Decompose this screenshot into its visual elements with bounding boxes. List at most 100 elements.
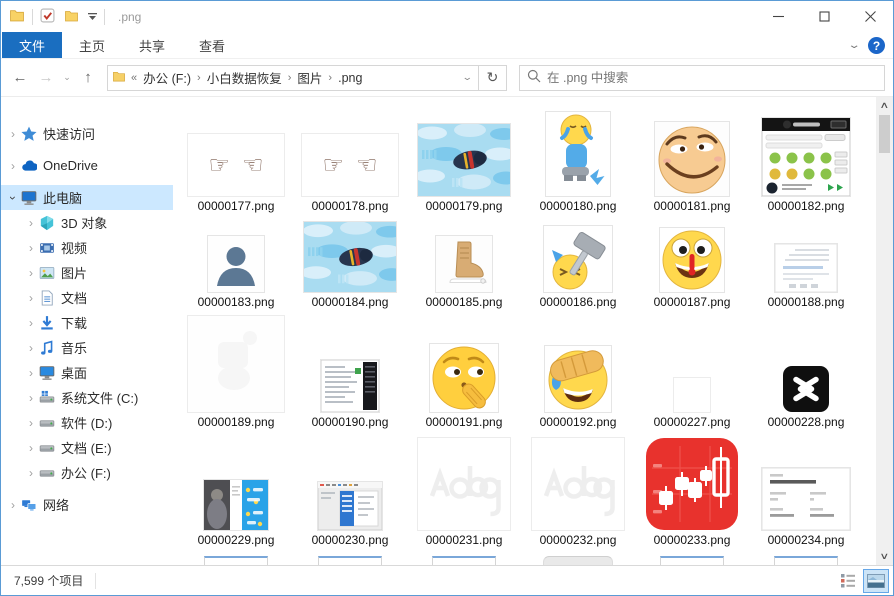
customize-toolbar-arrow-icon[interactable] (88, 12, 97, 21)
file-thumbnail-apk-tool-screenshot (762, 118, 850, 196)
file-item[interactable]: 00000179.png (407, 111, 521, 215)
sidebar-item-9[interactable]: ›桌面 (1, 360, 173, 385)
chevron-right-icon[interactable]: › (25, 216, 37, 230)
close-button[interactable] (847, 1, 893, 32)
breadcrumb-segment[interactable]: 小白数据恢复 (207, 68, 282, 87)
sidebar-item-10[interactable]: ›系统文件 (C:) (1, 385, 173, 410)
sidebar-item-1[interactable]: ›OneDrive (1, 153, 173, 178)
address-bar[interactable]: « 办公 (F:) › 小白数据恢复 › 图片 › .png ⌄ (107, 65, 479, 91)
sidebar-item-7[interactable]: ›下载 (1, 310, 173, 335)
sidebar-item-label: 视频 (61, 238, 87, 257)
file-item[interactable]: 00000232.png (521, 431, 635, 549)
chevron-right-icon[interactable]: › (25, 341, 37, 355)
file-item[interactable]: 00000234.png (749, 431, 863, 549)
breadcrumb-separator-icon[interactable]: › (197, 72, 201, 84)
file-item[interactable]: 00000182.png (749, 111, 863, 215)
breadcrumb-separator-icon[interactable]: › (288, 72, 292, 84)
file-item[interactable]: 00000229.png (179, 431, 293, 549)
breadcrumb-overflow-chevron[interactable]: « (131, 72, 137, 84)
file-item[interactable]: 00000185.png (407, 215, 521, 311)
breadcrumb-separator-icon[interactable]: › (328, 72, 332, 84)
chevron-right-icon[interactable]: › (7, 498, 19, 512)
refresh-button[interactable]: ↻ (479, 65, 507, 91)
chevron-right-icon[interactable]: › (25, 291, 37, 305)
breadcrumb-segment[interactable]: 办公 (F:) (143, 68, 191, 87)
file-list: ☞☜00000177.png☞☜00000178.png00000179.png… (173, 97, 876, 565)
chevron-right-icon[interactable]: › (25, 416, 37, 430)
sidebar-item-label: 文档 (61, 288, 87, 307)
file-item[interactable]: 00000228.png (749, 311, 863, 431)
folder-icon[interactable] (64, 9, 79, 25)
file-item[interactable]: 00000231.png (407, 431, 521, 549)
chevron-right-icon[interactable]: › (25, 391, 37, 405)
sidebar-item-6[interactable]: › 文档 (1, 285, 173, 310)
scrollbar-thumb[interactable] (879, 115, 890, 153)
chevron-right-icon[interactable]: › (25, 466, 37, 480)
window-title: .png (118, 10, 141, 24)
file-item[interactable]: 00000227.png (635, 311, 749, 431)
chevron-right-icon[interactable]: › (7, 159, 19, 173)
breadcrumb-segment[interactable]: 图片 (297, 68, 322, 87)
ribbon-tab-1[interactable]: 主页 (62, 32, 122, 58)
file-thumbnail-hammer-emoji (544, 226, 612, 292)
chevron-right-icon[interactable]: › (25, 316, 37, 330)
sidebar-item-11[interactable]: ›软件 (D:) (1, 410, 173, 435)
file-item[interactable]: 00000184.png (293, 215, 407, 311)
file-name: 00000178.png (312, 199, 389, 215)
file-item[interactable]: 00000187.png (635, 215, 749, 311)
partial-next-row (179, 556, 876, 565)
chevron-right-icon[interactable]: › (25, 366, 37, 380)
file-item[interactable]: 00000183.png (179, 215, 293, 311)
large-icons-view-button[interactable] (863, 569, 889, 593)
sidebar-item-14[interactable]: ›网络 (1, 492, 173, 517)
chevron-right-icon[interactable]: › (25, 241, 37, 255)
help-icon[interactable]: ? (868, 37, 885, 54)
file-item[interactable]: 00000233.png (635, 431, 749, 549)
file-item[interactable]: 00000181.png (635, 111, 749, 215)
file-thumbnail-nosebleed-emoji (660, 228, 724, 292)
chevron-right-icon[interactable]: › (25, 266, 37, 280)
file-item[interactable]: 00000189.png (179, 311, 293, 431)
scroll-up-arrow-icon[interactable]: ∧ (880, 97, 890, 114)
history-chevron-icon[interactable]: ⌄ (61, 72, 73, 83)
file-item[interactable]: 00000188.png (749, 215, 863, 311)
chevron-down-icon[interactable]: › (6, 192, 20, 204)
sidebar-item-8[interactable]: ›音乐 (1, 335, 173, 360)
up-button[interactable]: ↑ (77, 69, 99, 86)
vertical-scrollbar[interactable]: ∧ ∨ (876, 97, 893, 565)
address-dropdown-chevron-icon[interactable]: ⌄ (462, 72, 476, 83)
maximize-button[interactable] (801, 1, 847, 32)
file-item[interactable]: 00000180.png (521, 111, 635, 215)
expand-ribbon-chevron-icon[interactable]: ⌄ (847, 40, 860, 51)
file-item[interactable]: 00000186.png (521, 215, 635, 311)
sidebar-item-3[interactable]: ›3D 对象 (1, 210, 173, 235)
back-button[interactable]: ← (9, 69, 31, 86)
details-view-button[interactable] (835, 569, 861, 593)
file-item[interactable]: ☞☜00000178.png (293, 111, 407, 215)
breadcrumb-segment[interactable]: .png (338, 71, 362, 85)
sidebar-item-2[interactable]: ›此电脑 (1, 185, 173, 210)
file-item[interactable]: ☞☜00000177.png (179, 111, 293, 215)
scroll-down-arrow-icon[interactable]: ∨ (880, 548, 890, 565)
search-box[interactable] (519, 65, 885, 91)
ribbon-tab-2[interactable]: 共享 (122, 32, 182, 58)
file-name: 00000177.png (198, 199, 275, 215)
sidebar-item-5[interactable]: ›图片 (1, 260, 173, 285)
forward-button[interactable]: → (35, 69, 57, 86)
checkmark-document-icon[interactable] (40, 8, 55, 26)
sidebar-item-12[interactable]: ›文档 (E:) (1, 435, 173, 460)
ribbon-tab-0[interactable]: 文件 (2, 32, 62, 58)
file-item[interactable]: 00000191.png (407, 311, 521, 431)
ribbon-tab-3[interactable]: 查看 (182, 32, 242, 58)
search-input[interactable] (547, 71, 877, 85)
file-thumbnail-settings-screenshot (318, 482, 382, 530)
minimize-button[interactable] (755, 1, 801, 32)
sidebar-item-0[interactable]: ›快速访问 (1, 121, 173, 146)
chevron-right-icon[interactable]: › (7, 127, 19, 141)
file-item[interactable]: 00000192.png (521, 311, 635, 431)
sidebar-item-4[interactable]: › 视频 (1, 235, 173, 260)
file-item[interactable]: 00000230.png (293, 431, 407, 549)
file-item[interactable]: 00000190.png (293, 311, 407, 431)
chevron-right-icon[interactable]: › (25, 441, 37, 455)
sidebar-item-13[interactable]: ›办公 (F:) (1, 460, 173, 485)
